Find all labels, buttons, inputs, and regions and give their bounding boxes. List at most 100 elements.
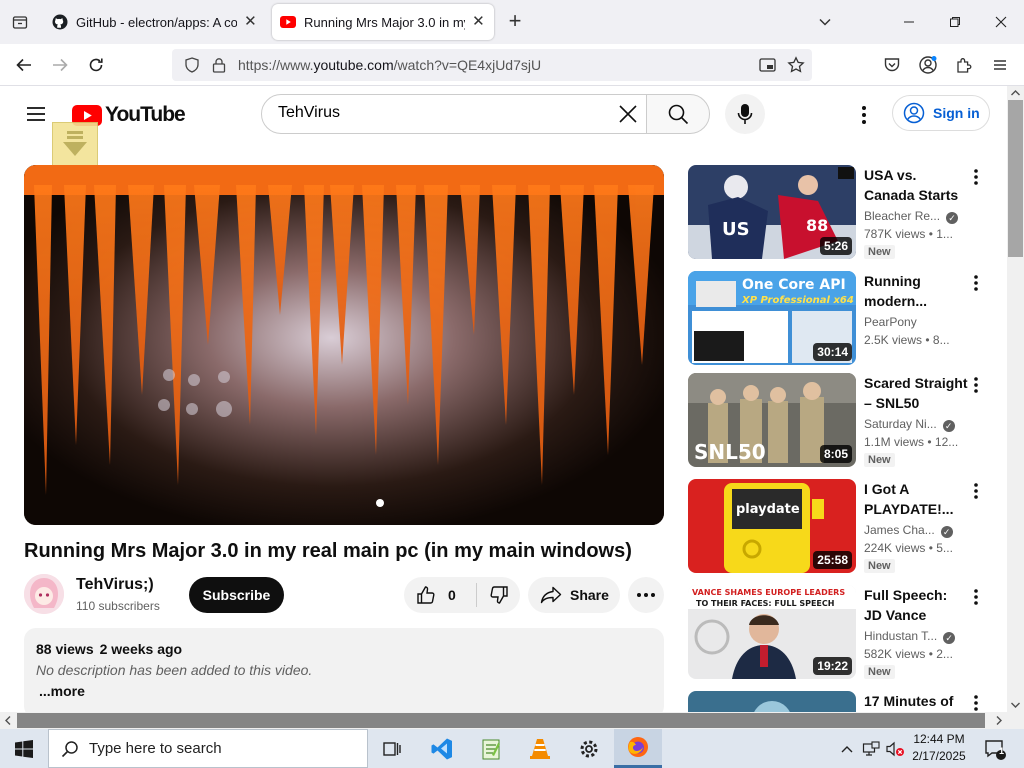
- video-thumbnail[interactable]: One Core API XP Professional x64 30:14: [688, 271, 856, 365]
- scrollbar-thumb[interactable]: [1008, 100, 1023, 257]
- picture-in-picture-icon[interactable]: [759, 57, 777, 78]
- thumbnail-text: playdate: [736, 502, 800, 517]
- related-title[interactable]: 17 Minutes of: [864, 691, 968, 712]
- horizontal-scrollbar[interactable]: [0, 712, 1007, 729]
- related-video[interactable]: VANCE SHAMES EUROPE LEADERS TO THEIR FACE…: [688, 585, 988, 681]
- clear-search-icon[interactable]: [616, 102, 640, 126]
- verified-check-icon: ✓: [943, 632, 956, 644]
- like-button[interactable]: 0: [404, 577, 476, 613]
- more-actions-icon[interactable]: [628, 577, 664, 613]
- show-hidden-icons[interactable]: [837, 729, 857, 768]
- app-menu-icon[interactable]: [987, 53, 1013, 77]
- taskbar-firefox[interactable]: [614, 729, 662, 768]
- subscribe-button[interactable]: Subscribe: [189, 577, 284, 613]
- scrollbar-thumb[interactable]: [17, 713, 985, 728]
- share-button[interactable]: Share: [528, 577, 620, 613]
- minimize-button[interactable]: [886, 8, 932, 36]
- scroll-left-icon[interactable]: [0, 712, 17, 729]
- related-video[interactable]: US 88 5:26 USA vs. Canada Starts With 3..…: [688, 165, 988, 261]
- settings-more-icon[interactable]: [852, 103, 876, 127]
- channel-avatar[interactable]: [24, 574, 64, 614]
- related-channel: Saturday Ni... ✓: [864, 417, 955, 432]
- maximize-button[interactable]: [932, 8, 978, 36]
- pocket-icon[interactable]: [879, 53, 905, 77]
- description-box[interactable]: 88 views 2 weeks ago No description has b…: [24, 628, 664, 712]
- start-button[interactable]: [0, 729, 48, 768]
- taskbar-search-box[interactable]: Type here to search: [48, 729, 368, 768]
- bookmark-star-icon[interactable]: [787, 56, 805, 79]
- related-title[interactable]: Full Speech: JD Vance Shame...: [864, 585, 968, 625]
- chevron-up-icon: [841, 745, 853, 752]
- related-menu-icon[interactable]: [970, 693, 982, 712]
- download-arrow-icon[interactable]: [52, 122, 98, 168]
- notepad-plus-plus-icon: [482, 739, 500, 759]
- lock-icon[interactable]: [212, 57, 226, 78]
- related-menu-icon[interactable]: [970, 273, 982, 293]
- search-input[interactable]: [278, 104, 608, 122]
- video-duration: 25:58: [813, 551, 852, 569]
- action-center-button[interactable]: 1: [980, 729, 1010, 768]
- video-thumbnail[interactable]: playdate 25:58: [688, 479, 856, 573]
- video-thumbnail[interactable]: VANCE SHAMES EUROPE LEADERS TO THEIR FACE…: [688, 585, 856, 679]
- tab-youtube[interactable]: Running Mrs Major 3.0 in my re ✕: [272, 4, 494, 40]
- account-icon[interactable]: [915, 53, 941, 77]
- taskbar-vlc[interactable]: [516, 729, 564, 768]
- video-thumbnail[interactable]: [688, 691, 856, 712]
- related-title[interactable]: Scared Straight – SNL50: [864, 373, 968, 413]
- scroll-right-icon[interactable]: [990, 712, 1007, 729]
- guide-menu-icon[interactable]: [24, 104, 48, 124]
- tab-title: GitHub - electron/apps: A colle: [76, 14, 237, 30]
- related-menu-icon[interactable]: [970, 375, 982, 395]
- related-meta: 787K views • 1...: [864, 227, 953, 241]
- related-video[interactable]: 17 Minutes of: [688, 691, 988, 712]
- tab-close-icon[interactable]: ✕: [243, 14, 258, 30]
- related-title[interactable]: Running modern...: [864, 271, 968, 311]
- url-text[interactable]: https://www.youtube.com/watch?v=QE4xjUd7…: [238, 57, 541, 73]
- view-count: 88 views: [36, 641, 94, 657]
- tab-list-icon[interactable]: [8, 10, 32, 34]
- task-view-icon: [383, 741, 401, 756]
- taskbar-notepadpp[interactable]: [467, 729, 515, 768]
- voice-search-button[interactable]: [725, 94, 765, 134]
- tab-github[interactable]: GitHub - electron/apps: A colle ✕: [44, 4, 266, 40]
- forward-button[interactable]: [47, 53, 73, 77]
- network-status[interactable]: [860, 729, 882, 768]
- reload-button[interactable]: [83, 53, 109, 77]
- related-menu-icon[interactable]: [970, 587, 982, 607]
- extensions-icon[interactable]: [951, 53, 977, 77]
- scroll-up-icon[interactable]: [1007, 86, 1024, 100]
- tab-close-icon[interactable]: ✕: [471, 14, 486, 30]
- new-tab-button[interactable]: +: [503, 10, 527, 34]
- youtube-wordmark: YouTube: [105, 103, 186, 126]
- tracking-protection-icon[interactable]: [184, 57, 200, 78]
- related-menu-icon[interactable]: [970, 481, 982, 501]
- clock[interactable]: 12:44 PM 2/17/2025: [904, 731, 974, 765]
- taskbar-settings[interactable]: [565, 729, 613, 768]
- related-video[interactable]: playdate 25:58 I Got A PLAYDATE!... Jame…: [688, 479, 988, 575]
- video-thumbnail[interactable]: SNL50 8:05: [688, 373, 856, 467]
- back-button[interactable]: [11, 53, 37, 77]
- dislike-button[interactable]: [477, 577, 520, 613]
- new-badge: New: [864, 665, 895, 679]
- address-bar[interactable]: https://www.youtube.com/watch?v=QE4xjUd7…: [172, 49, 812, 81]
- sign-in-button[interactable]: Sign in: [892, 95, 990, 131]
- related-menu-icon[interactable]: [970, 167, 982, 187]
- vscode-icon: [431, 738, 452, 759]
- video-player[interactable]: [24, 165, 664, 525]
- volume-status[interactable]: [884, 729, 906, 768]
- show-more-link[interactable]: ...more: [39, 683, 85, 699]
- related-video[interactable]: One Core API XP Professional x64 30:14 Ru…: [688, 271, 988, 367]
- related-title[interactable]: USA vs. Canada Starts With 3...: [864, 165, 968, 205]
- list-all-tabs-icon[interactable]: [815, 12, 835, 32]
- search-box[interactable]: [261, 94, 647, 134]
- vertical-scrollbar[interactable]: [1007, 86, 1024, 712]
- task-view-button[interactable]: [368, 729, 416, 768]
- channel-name[interactable]: TehVirus;): [76, 576, 154, 594]
- search-button[interactable]: [646, 94, 710, 134]
- taskbar-vscode[interactable]: [418, 729, 466, 768]
- related-title[interactable]: I Got A PLAYDATE!...: [864, 479, 968, 519]
- video-thumbnail[interactable]: US 88 5:26: [688, 165, 856, 259]
- close-window-button[interactable]: [978, 8, 1024, 36]
- related-video[interactable]: SNL50 8:05 Scared Straight – SNL50 Satur…: [688, 373, 988, 469]
- scroll-down-icon[interactable]: [1007, 698, 1024, 712]
